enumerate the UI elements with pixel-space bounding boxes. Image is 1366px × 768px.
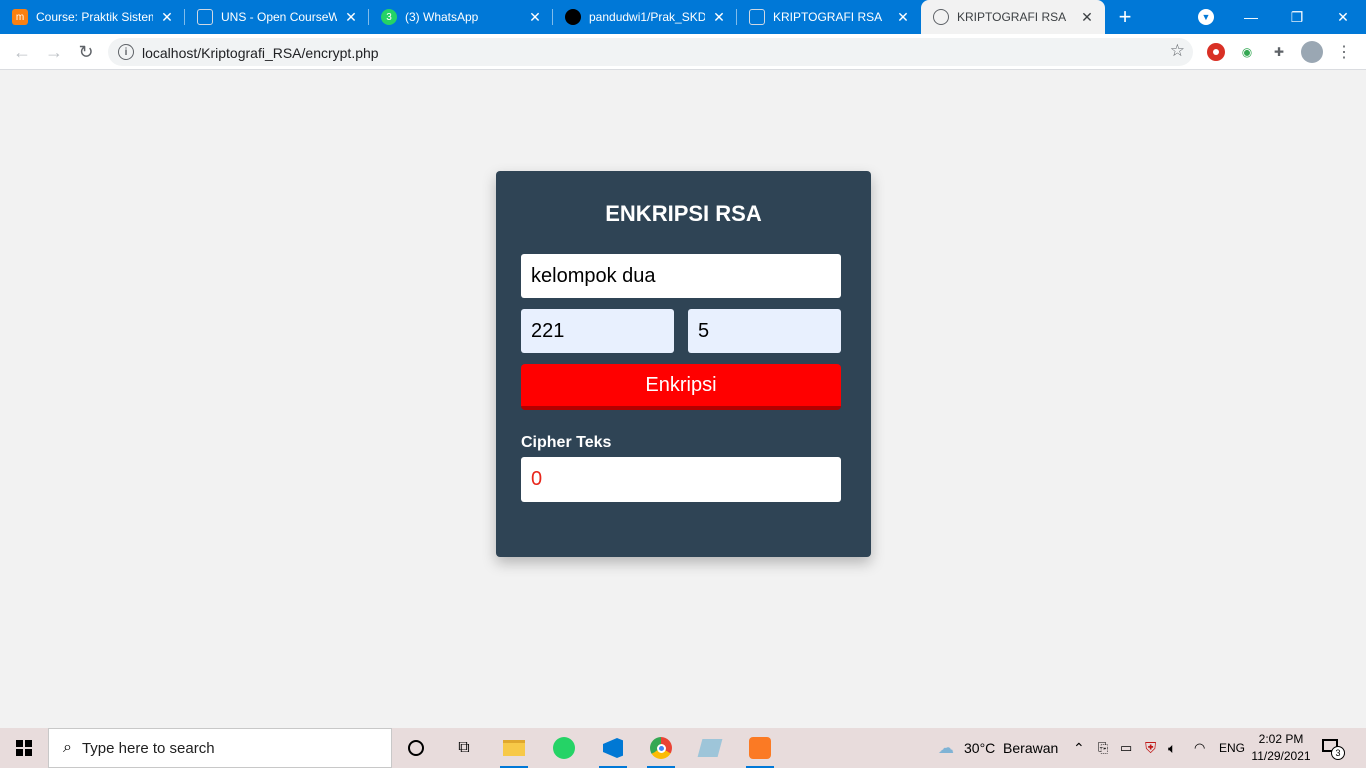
cortana-icon[interactable] <box>392 728 440 768</box>
new-tab-button[interactable]: + <box>1105 0 1145 34</box>
tab-uns[interactable]: UNS - Open CourseWare ✕ <box>185 0 369 34</box>
encrypt-button[interactable]: Enkripsi <box>521 364 841 410</box>
clock-date: 11/29/2021 <box>1251 749 1311 763</box>
menu-kebab-icon[interactable]: ⋮ <box>1335 43 1353 61</box>
tab-course[interactable]: m Course: Praktik Sistem Keamanan ✕ <box>0 0 185 34</box>
tab-title: KRIPTOGRAFI RSA <box>957 10 1067 24</box>
bookmark-star-icon[interactable]: ☆ <box>1170 41 1185 61</box>
search-icon: ⌕ <box>63 739 72 756</box>
notepad-icon[interactable] <box>686 728 734 768</box>
site-info-icon[interactable]: i <box>118 44 134 60</box>
tab-title: pandudwi1/Prak_SKD_ <box>589 10 705 24</box>
tab-title: KRIPTOGRAFI RSA <box>773 10 883 24</box>
eye-extension-icon[interactable]: ◉ <box>1238 43 1256 61</box>
vscode-icon[interactable] <box>589 728 637 768</box>
taskbar: ⌕ Type here to search ⧉ ☁ 30°C Berawan ⌃… <box>0 728 1366 768</box>
tab-title: Course: Praktik Sistem Keamanan <box>36 10 153 24</box>
mcafee-icon[interactable]: ⛨ <box>1145 728 1156 768</box>
taskbar-search[interactable]: ⌕ Type here to search <box>48 728 392 768</box>
notification-count: 3 <box>1331 746 1345 760</box>
globe-icon <box>749 9 765 25</box>
restore-button[interactable]: ❐ <box>1274 0 1320 34</box>
puzzle-extensions-icon[interactable]: ✚ <box>1270 43 1288 61</box>
meet-icon[interactable]: ⎘ <box>1098 728 1108 768</box>
search-placeholder: Type here to search <box>81 739 215 757</box>
notification-center-button[interactable]: 3 <box>1322 738 1346 760</box>
clock-time: 2:02 PM <box>1258 732 1304 746</box>
close-icon[interactable]: ✕ <box>343 9 359 25</box>
tab-kriptografi-active[interactable]: KRIPTOGRAFI RSA ✕ <box>921 0 1105 34</box>
n-input[interactable]: 221 <box>521 309 674 353</box>
battery-icon[interactable]: ▭ <box>1120 728 1132 768</box>
tab-github[interactable]: pandudwi1/Prak_SKD_ ✕ <box>553 0 737 34</box>
address-bar[interactable]: i localhost/Kriptografi_RSA/encrypt.php … <box>108 38 1193 66</box>
url-text[interactable]: localhost/Kriptografi_RSA/encrypt.php <box>142 45 379 61</box>
volume-icon[interactable]: 🔈︎ <box>1168 728 1176 768</box>
close-icon[interactable]: ✕ <box>711 9 727 25</box>
close-window-button[interactable]: ✕ <box>1320 0 1366 34</box>
chrome-icon[interactable] <box>637 728 685 768</box>
clock[interactable]: 2:02 PM 11/29/2021 <box>1250 731 1312 765</box>
github-icon <box>565 9 581 25</box>
file-explorer-icon[interactable] <box>490 728 538 768</box>
plaintext-input[interactable]: kelompok dua <box>521 254 841 298</box>
xampp-icon[interactable] <box>736 728 784 768</box>
close-icon[interactable]: ✕ <box>1079 9 1095 25</box>
browser-toolbar: ← → ↻ i localhost/Kriptografi_RSA/encryp… <box>0 34 1366 70</box>
language-indicator[interactable]: ENG <box>1219 728 1245 768</box>
forward-icon[interactable]: → <box>42 40 66 64</box>
close-icon[interactable]: ✕ <box>527 9 543 25</box>
cipher-output[interactable]: 0 <box>521 457 841 502</box>
minimize-button[interactable]: — <box>1228 0 1274 34</box>
tab-search-icon[interactable]: ▼ <box>1198 9 1214 25</box>
windows-icon <box>16 740 32 756</box>
whatsapp-app-icon[interactable] <box>540 728 588 768</box>
weather-widget[interactable]: ☁ 30°C Berawan <box>938 728 1058 768</box>
chevron-up-icon[interactable]: ⌃ <box>1073 728 1085 768</box>
task-view-icon[interactable]: ⧉ <box>440 728 488 768</box>
tab-strip: m Course: Praktik Sistem Keamanan ✕ UNS … <box>0 0 1366 34</box>
reload-icon[interactable]: ↻ <box>74 40 98 64</box>
close-icon[interactable]: ✕ <box>159 9 175 25</box>
close-icon[interactable]: ✕ <box>895 9 911 25</box>
globe-icon <box>933 9 949 25</box>
back-icon[interactable]: ← <box>10 40 34 64</box>
moodle-icon: m <box>12 9 28 25</box>
tab-kriptografi-1[interactable]: KRIPTOGRAFI RSA ✕ <box>737 0 921 34</box>
page-title: ENKRIPSI RSA <box>605 201 762 226</box>
whatsapp-icon: 3 <box>381 9 397 25</box>
weather-text: 30°C Berawan <box>964 740 1059 756</box>
tab-whatsapp[interactable]: 3 (3) WhatsApp ✕ <box>369 0 553 34</box>
start-button[interactable] <box>0 728 48 768</box>
wifi-icon[interactable]: ◠ <box>1194 728 1205 768</box>
tab-title: (3) WhatsApp <box>405 10 479 24</box>
cipher-label: Cipher Teks <box>521 434 612 451</box>
avatar[interactable] <box>1301 41 1323 63</box>
record-extension-icon[interactable] <box>1207 43 1225 61</box>
globe-icon <box>197 9 213 25</box>
cloud-icon: ☁ <box>938 740 954 757</box>
e-input[interactable]: 5 <box>688 309 841 353</box>
encrypt-card: ENKRIPSI RSA kelompok dua 221 5 Enkripsi… <box>496 171 871 557</box>
tab-title: UNS - Open CourseWare <box>221 10 337 24</box>
